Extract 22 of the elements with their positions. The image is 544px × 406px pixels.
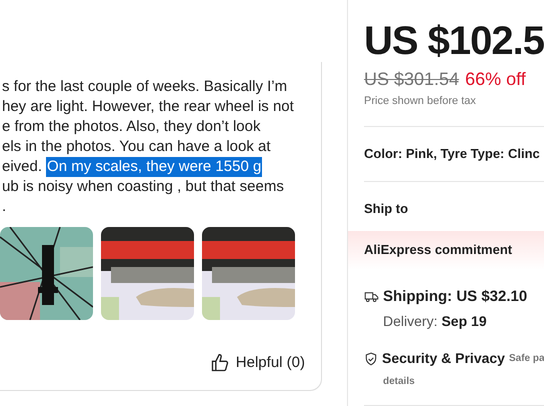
review-text: e from the photos. Also, they don’t look bbox=[2, 117, 260, 137]
delivery-date: Sep 19 bbox=[441, 312, 487, 331]
security-title: Security & Privacy bbox=[382, 349, 505, 368]
selected-text: On my scales, they were 1550 g bbox=[46, 157, 262, 177]
original-price: US $301.54 bbox=[364, 68, 460, 91]
thumbs-up-icon bbox=[210, 353, 230, 374]
delivery-label: Delivery: bbox=[383, 312, 438, 331]
shield-icon bbox=[364, 352, 378, 366]
review-text: eived. bbox=[2, 157, 42, 177]
helpful-button[interactable]: Helpful (0) bbox=[210, 352, 305, 374]
ship-to-label: Ship to bbox=[364, 200, 408, 216]
price: US $102.5 bbox=[364, 21, 544, 61]
review-text: s for the last couple of weeks. Basically I’m bbox=[2, 77, 288, 97]
review-text: . bbox=[2, 197, 6, 217]
shipping-cost: Shipping: US $32.10 bbox=[383, 286, 528, 306]
discount: 66% off bbox=[465, 68, 526, 91]
review-text: hey are light. However, the rear wheel is not bbox=[2, 97, 294, 117]
review-text: ub is noisy when coasting , but that seems bbox=[2, 177, 284, 197]
security-details: details bbox=[382, 375, 416, 389]
tax-note: Price shown before tax bbox=[364, 94, 477, 109]
variant-text: Color: Pink, Tyre Type: Clinc bbox=[364, 146, 540, 160]
review-text: els in the photos. You can have a look at bbox=[2, 137, 271, 157]
